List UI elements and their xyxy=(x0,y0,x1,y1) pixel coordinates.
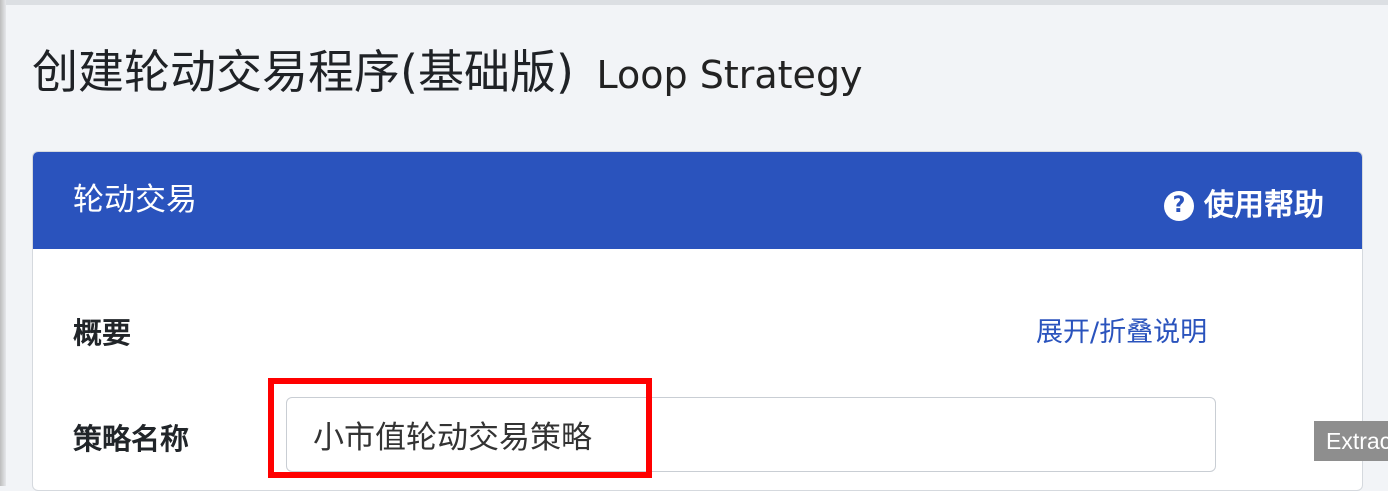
strategy-name-input[interactable] xyxy=(286,397,1216,472)
card-title: 轮动交易 xyxy=(73,182,197,218)
left-edge-shadow xyxy=(0,0,6,486)
loop-strategy-card: 轮动交易 ? 使用帮助 概要 展开/折叠说明 策略名称 xyxy=(32,151,1363,491)
help-link[interactable]: ? 使用帮助 xyxy=(1164,184,1324,228)
page-title-text: 创建轮动交易程序(基础版) xyxy=(32,45,574,99)
expand-collapse-link[interactable]: 展开/折叠说明 xyxy=(1036,310,1207,349)
strategy-name-label: 策略名称 xyxy=(73,422,190,456)
page-subtitle: Loop Strategy xyxy=(596,53,863,97)
question-circle-icon: ? xyxy=(1164,191,1194,221)
extract-tab[interactable]: Extract xyxy=(1314,421,1388,461)
card-header: 轮动交易 ? 使用帮助 xyxy=(33,152,1362,249)
page-title: 创建轮动交易程序(基础版) Loop Strategy xyxy=(32,36,863,111)
help-link-label: 使用帮助 xyxy=(1204,188,1324,223)
summary-label: 概要 xyxy=(73,316,132,350)
top-border xyxy=(0,0,1388,5)
